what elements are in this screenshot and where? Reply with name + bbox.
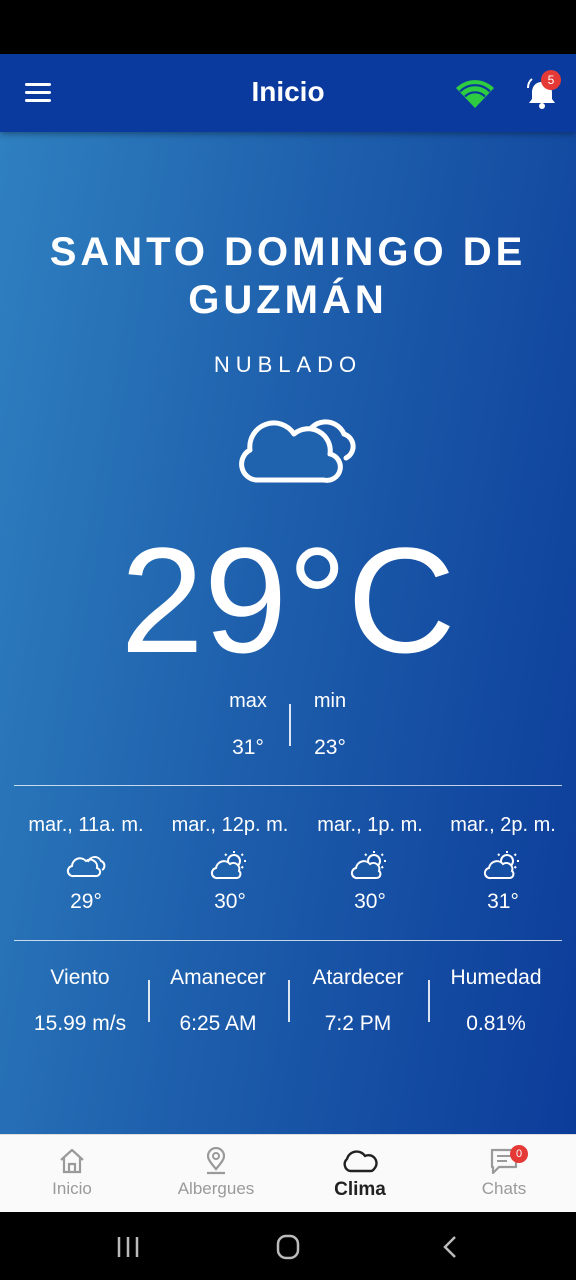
stat-label: Viento: [50, 966, 110, 989]
stat-value: 6:25 AM: [179, 1012, 257, 1035]
back-button[interactable]: [430, 1232, 470, 1262]
stat-label: Humedad: [450, 966, 542, 989]
app-bar: Inicio 5: [0, 54, 576, 132]
current-temperature: 29°C: [120, 516, 456, 684]
cloud-icon: [343, 1150, 378, 1173]
forecast-temperature: 30°: [214, 890, 246, 913]
weather-condition: NUBLADO: [213, 352, 363, 377]
stat-label: Atardecer: [312, 966, 404, 989]
stat-value: 0.81%: [466, 1012, 526, 1035]
sunrise-stat: Amanecer 6:25 AM: [148, 966, 288, 1036]
home-button[interactable]: [268, 1232, 308, 1262]
nav-label: Inicio: [52, 1179, 92, 1198]
notifications-button[interactable]: 5: [522, 70, 566, 114]
forecast-time: mar., 1p. m.: [317, 814, 423, 836]
max-temperature: 31°: [232, 736, 264, 759]
cloud-icon: [239, 419, 356, 483]
nav-clima[interactable]: Clima: [288, 1135, 432, 1213]
forecast-temperature: 31°: [487, 890, 519, 913]
nav-label: Albergues: [177, 1179, 255, 1198]
divider: [14, 785, 562, 786]
hourly-forecast-item: mar., 2p. m. 31°: [433, 814, 573, 914]
location-pin-icon: [206, 1147, 226, 1175]
recent-apps-button[interactable]: [108, 1232, 148, 1262]
min-temperature: 23°: [314, 736, 346, 759]
partly-sunny-icon: [483, 851, 519, 880]
system-navigation-bar: [0, 1212, 576, 1280]
humidity-stat: Humedad 0.81%: [426, 966, 566, 1036]
bottom-navigation: Inicio Albergues Clima 0 Chats: [0, 1134, 576, 1212]
stat-value: 15.99 m/s: [33, 1012, 127, 1035]
nav-chats[interactable]: 0 Chats: [432, 1135, 576, 1213]
hourly-forecast-item: mar., 1p. m. 30°: [300, 814, 440, 914]
forecast-temperature: 30°: [354, 890, 386, 913]
weather-panel: SANTO DOMINGO DE GUZMÁN NUBLADO 29°C max…: [0, 132, 576, 1134]
chat-badge: 0: [510, 1145, 528, 1163]
sunset-stat: Atardecer 7:2 PM: [288, 966, 428, 1036]
city-name: SANTO DOMINGO DE GUZMÁN: [49, 230, 527, 322]
partly-sunny-icon: [210, 851, 246, 880]
hourly-forecast-item: mar., 12p. m. 30°: [160, 814, 300, 914]
recent-apps-icon: [117, 1237, 139, 1257]
forecast-temperature: 29°: [70, 890, 102, 913]
forecast-time: mar., 2p. m.: [450, 814, 556, 836]
status-bar: [0, 0, 576, 54]
min-label: min: [313, 690, 347, 712]
back-icon: [443, 1236, 456, 1258]
nav-label: Clima: [334, 1179, 386, 1200]
nav-inicio[interactable]: Inicio: [0, 1135, 144, 1213]
cloud-icon: [66, 856, 106, 878]
hourly-forecast-item: mar., 11a. m. 29°: [16, 814, 156, 914]
nav-label: Chats: [481, 1179, 527, 1198]
forecast-time: mar., 11a. m.: [28, 814, 144, 836]
stat-value: 7:2 PM: [324, 1012, 392, 1035]
partly-sunny-icon: [350, 851, 386, 880]
divider: [14, 940, 562, 941]
forecast-time: mar., 12p. m.: [171, 814, 289, 836]
home-circle-icon: [276, 1234, 300, 1260]
notification-badge: 5: [541, 70, 561, 90]
stat-label: Amanecer: [170, 966, 266, 989]
wifi-icon[interactable]: [454, 78, 496, 110]
wind-stat: Viento 15.99 m/s: [10, 966, 150, 1036]
nav-albergues[interactable]: Albergues: [144, 1135, 288, 1213]
home-icon: [60, 1148, 84, 1174]
max-label: max: [229, 690, 267, 712]
